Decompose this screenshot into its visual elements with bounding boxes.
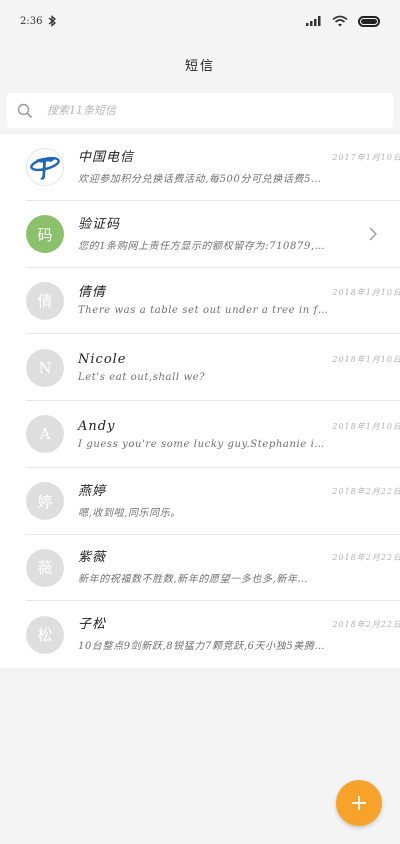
message-content: Andy 2018年1月10日 I guess you're some luck… [78,418,400,450]
status-left: 2:36 [20,15,57,27]
bluetooth-icon [49,15,57,27]
battery-icon [358,15,380,27]
message-content: 验证码 您的1条购网上责任方显示的额权留存为:710879,有… [78,217,368,252]
message-content: 子松 2018年2月22日 10台整点9剑新跃,8锐猛力7颗竞跃,6天小独5美腾… [78,617,400,653]
message-content: Nicole 2018年1月10日 Let's eat out,shall we… [78,352,400,384]
new-message-button[interactable] [336,780,382,826]
avatar: 倩 [26,281,64,320]
message-row[interactable]: 薇 紫薇 2018年2月22日 新年的祝福数不胜数,新年的愿望一多也多,新年… [0,535,400,602]
contact-name: 紫薇 [78,550,107,566]
message-row[interactable]: N Nicole 2018年1月10日 Let's eat out,shall … [0,334,400,401]
signal-icon [306,16,321,26]
search-bar[interactable] [7,93,393,128]
message-preview: 您的1条购网上责任方显示的额权留存为:710879,有… [78,240,330,252]
message-content: 中国电信 2017年1月10日 欢迎参加积分兑换话费活动,每500分可兑换话费5… [78,149,400,185]
message-row[interactable]: 中国电信 2017年1月10日 欢迎参加积分兑换话费活动,每500分可兑换话费5… [0,134,400,201]
status-right [306,15,380,27]
contact-name: Nicole [78,352,127,368]
message-list: 中国电信 2017年1月10日 欢迎参加积分兑换话费活动,每500分可兑换话费5… [0,134,400,668]
search-icon [17,103,33,118]
contact-name: 燕婷 [78,483,107,499]
avatar: A [26,415,64,454]
message-preview: I guess you're some lucky guy.Stephanie … [78,438,330,450]
search-input[interactable] [45,103,393,118]
contact-name: 中国电信 [78,149,135,165]
status-time: 2:36 [20,15,43,27]
message-preview: There was a table set out under a tree i… [78,305,330,317]
message-date: 2018年1月10日 [332,288,400,298]
message-date: 2018年2月22日 [332,553,400,563]
avatar: 码 [26,215,64,254]
chevron-right-icon [369,227,377,241]
plus-icon [352,796,366,810]
message-preview: Let's eat out,shall we? [78,372,206,384]
message-date: 2018年1月10日 [332,421,400,431]
message-preview: 嗯,收到啦,同乐同乐。 [78,507,181,519]
message-row[interactable]: 倩 倩倩 2018年1月10日 There was a table set ou… [0,268,400,335]
message-row[interactable]: 婷 燕婷 2018年2月22日 嗯,收到啦,同乐同乐。 [0,468,400,535]
avatar: 婷 [26,482,64,521]
message-date: 2018年2月22日 [332,486,400,496]
message-row[interactable]: A Andy 2018年1月10日 I guess you're some lu… [0,401,400,468]
message-date: 2018年1月10日 [332,355,400,365]
message-content: 燕婷 2018年2月22日 嗯,收到啦,同乐同乐。 [78,483,400,519]
message-row[interactable]: 码 验证码 您的1条购网上责任方显示的额权留存为:710879,有… [0,201,400,268]
message-preview: 10台整点9剑新跃,8锐猛力7颗竞跃,6天小独5美腾跃,… [78,641,330,653]
contact-name: 倩倩 [78,285,107,301]
contact-name: 验证码 [78,216,121,232]
avatar: 松 [26,615,64,654]
contact-name: 子松 [78,617,107,633]
avatar: 薇 [26,548,64,587]
page-title: 短信 [184,59,215,74]
message-date: 2017年1月10日 [332,152,400,162]
message-preview: 欢迎参加积分兑换话费活动,每500分可兑换话费5… [78,173,322,185]
contact-name: Andy [78,418,116,434]
message-content: 紫薇 2018年2月22日 新年的祝福数不胜数,新年的愿望一多也多,新年… [78,550,400,586]
message-date: 2018年2月22日 [332,620,400,630]
message-preview: 新年的祝福数不胜数,新年的愿望一多也多,新年… [78,574,309,586]
message-content: 倩倩 2018年1月10日 There was a table set out … [78,285,400,317]
avatar: N [26,348,64,387]
status-bar: 2:36 [0,0,400,42]
message-row[interactable]: 松 子松 2018年2月22日 10台整点9剑新跃,8锐猛力7颗竞跃,6天小独5… [0,601,400,668]
avatar [26,148,64,187]
wifi-icon [332,15,348,27]
china-telecom-logo-icon [30,157,60,181]
